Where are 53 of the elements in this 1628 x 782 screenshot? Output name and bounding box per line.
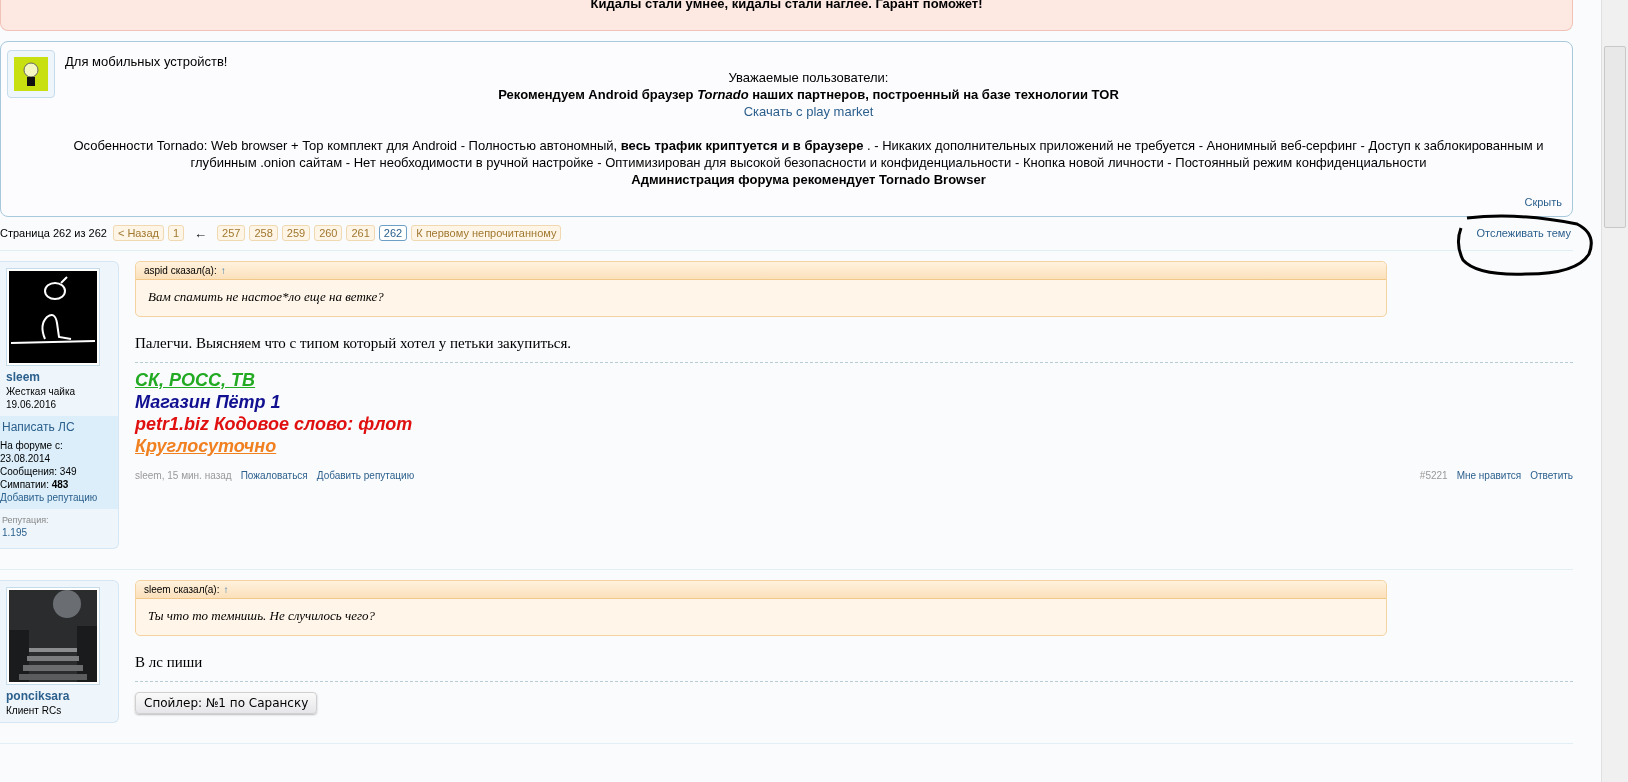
download-link[interactable]: Скачать с play market (743, 104, 874, 119)
reputation-value: 1.195 (2, 527, 29, 538)
post-link[interactable]: Добавить репутацию (316, 470, 415, 481)
message-text: В лс пиши (135, 654, 204, 671)
notice-headline: Рекомендуем Android браузер Tornado наших партнеров, построенный на базе технологии TOR (497, 86, 1120, 103)
notice-title: Для мобильных устройств! (65, 54, 229, 69)
quote-text: Ты что то темнишь. Не случилось чего? (147, 607, 377, 625)
quote-author: sleem сказал(а): (144, 584, 220, 595)
notice-closing: Администрация форума рекомендует Tornado Browser (630, 171, 987, 188)
quote-jump-link[interactable]: ↑ (220, 265, 226, 276)
page-button[interactable]: 1 (167, 225, 185, 241)
lightbulb-icon (7, 50, 55, 98)
spoiler-button[interactable]: Спойлер: №1 по Саранску (135, 692, 318, 714)
signature-line: СК, РОСС, ТВ (135, 369, 256, 391)
signature-line: Круглосуточно (135, 435, 277, 457)
scrollbar-thumb[interactable] (1604, 46, 1626, 228)
hide-link[interactable]: Скрыть (1524, 196, 1562, 208)
page-button[interactable]: 261 (346, 225, 375, 241)
user-title: Жесткая чайка (6, 386, 77, 397)
stat-value: 23.08.2014 (0, 453, 52, 464)
post-link[interactable]: Пожаловаться (240, 470, 308, 481)
page-button[interactable]: 262 (378, 225, 408, 241)
username[interactable]: sleem (6, 370, 118, 384)
notice-features: Особенности Tornado: Web browser + Тор комплект для Android - Полностью автономный, весь трафик криптуется и в браузере . - Никаких дополнительных приложений не требуется - Анонимный веб-серфинг - Доступ к заблокированным и глубинным .onion сайтам - Нет необходимости в ручной настройке - Оптимизирован для высокой безопасности и конфиденциальности - Кнопка новой личности - Постоянный режим конфиденциальности (72, 137, 1545, 171)
page-button[interactable]: 258 (249, 225, 278, 241)
user-title: Клиент RCs (6, 705, 63, 716)
post-action-link[interactable]: Ответить (1530, 470, 1573, 481)
username[interactable]: ponciksara (6, 689, 118, 703)
message-text: Палегчи. Выясняем что с типом который хотел у петьки закупиться. (135, 335, 573, 352)
page-button[interactable]: 260 (314, 225, 343, 241)
watch-thread-link[interactable]: Отслеживать тему (1476, 227, 1571, 239)
gap-arrow: ← (194, 225, 208, 241)
page-button[interactable]: 259 (281, 225, 311, 241)
quote-author: aspid сказал(а): (144, 265, 217, 276)
stat-text: Симпатии: 483 (0, 479, 70, 490)
page-label: Страница 262 из 262 (0, 227, 107, 239)
first-unread-button[interactable]: К первому непрочитанному (411, 225, 562, 241)
reputation-label: Репутация: (2, 515, 50, 525)
stat-text: Сообщения: 349 (0, 466, 78, 477)
notice-greeting: Уважаемые пользователи: (727, 69, 890, 86)
user-date: 19.06.2016 (6, 399, 58, 410)
stat-label: На форуме с: (0, 440, 64, 451)
quote-jump-link[interactable]: ↑ (223, 584, 229, 595)
post-meta: sleem, 15 мин. назад (135, 470, 232, 481)
page-button[interactable]: 257 (217, 225, 246, 241)
signature-line: Магазин Пётр 1 (135, 391, 281, 413)
prev-page-button[interactable]: < Назад (112, 225, 164, 241)
private-message-link[interactable]: Написать ЛС (2, 420, 118, 434)
signature-line: petr1.biz Кодовое слово: флот (135, 413, 413, 435)
post-action-link[interactable]: Мне нравится (1456, 470, 1522, 481)
scrollbar[interactable] (1601, 0, 1628, 782)
reputation-link[interactable]: Добавить репутацию (0, 492, 118, 503)
quote-text: Вам спамить не настое*ло еще на ветке? (147, 288, 385, 306)
